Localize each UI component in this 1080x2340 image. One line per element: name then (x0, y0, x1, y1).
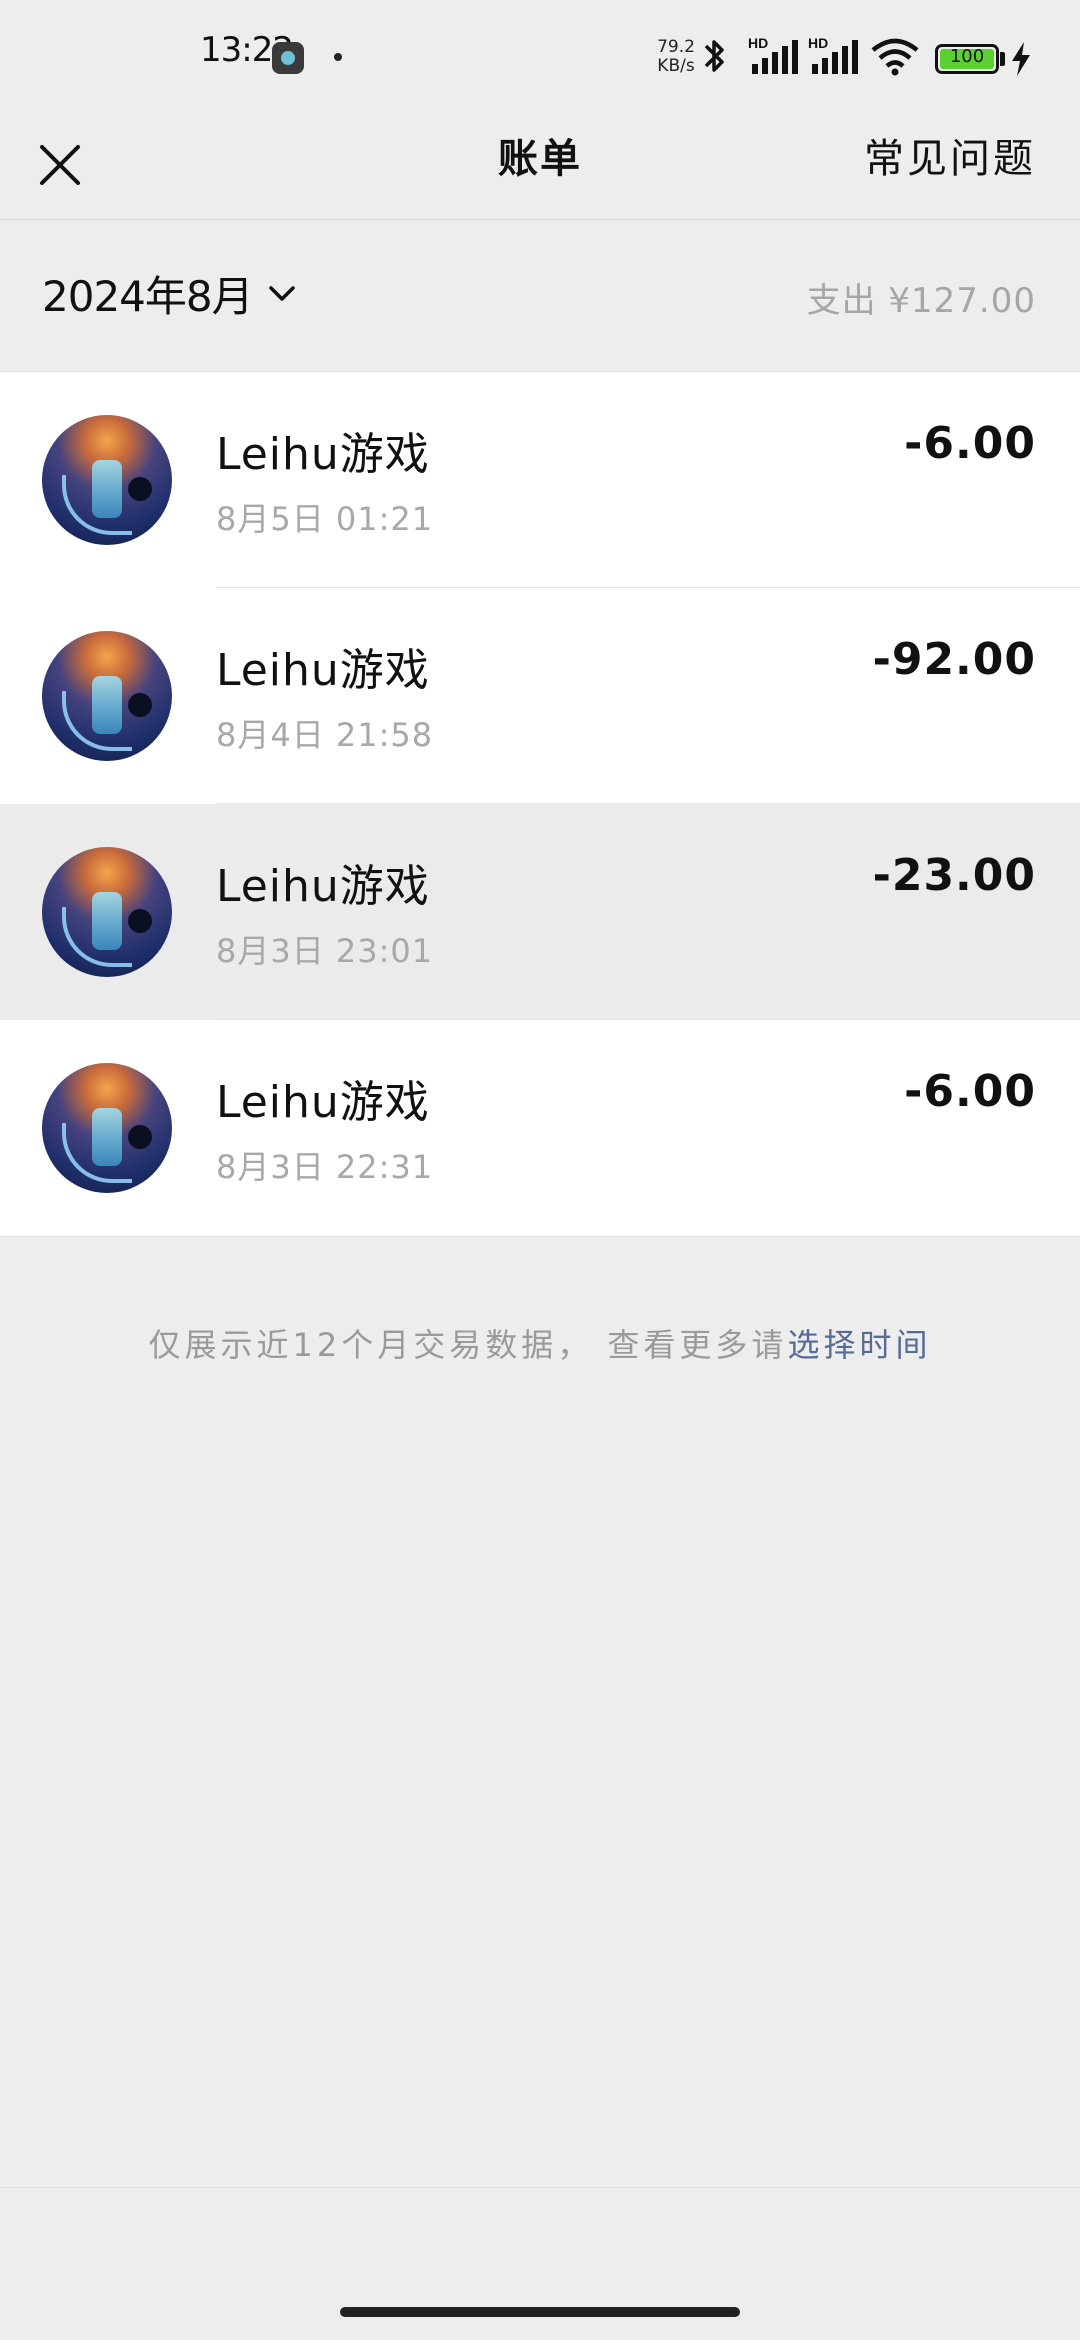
merchant-avatar (42, 631, 172, 761)
nav-bar: 账单 常见问题 (0, 110, 1080, 220)
merchant-name: Leihu游戏 (216, 645, 430, 696)
signal-hd-icon: HD (808, 35, 858, 74)
monthly-spend-total: 支出 ¥127.00 (806, 281, 1036, 321)
wifi-icon (871, 38, 919, 76)
transaction-time: 8月3日 23:01 (216, 932, 434, 970)
transaction-time: 8月4日 21:58 (216, 716, 434, 754)
app-root: 13:22 79.2 KB/s HD HD 100 账单 常见问题 2024年8… (0, 0, 1080, 2340)
select-time-link[interactable]: 选择时间 (787, 1326, 931, 1364)
app-notification-icon (272, 42, 304, 74)
network-speed-value: 79.2 (657, 37, 695, 57)
merchant-name: Leihu游戏 (216, 1077, 430, 1128)
svg-text:HD: HD (808, 35, 828, 51)
merchant-avatar (42, 847, 172, 977)
transaction-time: 8月5日 01:21 (216, 500, 434, 538)
transaction-amount: -92.00 (872, 634, 1036, 685)
charging-icon (1012, 42, 1030, 76)
transaction-row[interactable]: Leihu游戏 8月3日 22:31 -6.00 (0, 1020, 1080, 1236)
battery-cap (1000, 52, 1005, 66)
month-header: 2024年8月 支出 ¥127.00 (0, 221, 1080, 371)
transaction-row[interactable]: Leihu游戏 8月3日 23:01 -23.00 (0, 804, 1080, 1020)
merchant-name: Leihu游戏 (216, 429, 430, 480)
network-speed-unit: KB/s (657, 56, 695, 76)
merchant-avatar (42, 1063, 172, 1193)
merchant-name: Leihu游戏 (216, 861, 430, 912)
transaction-amount: -6.00 (904, 1066, 1036, 1117)
transaction-amount: -6.00 (904, 418, 1036, 469)
transaction-row[interactable]: Leihu游戏 8月5日 01:21 -6.00 (0, 372, 1080, 588)
bottom-divider (0, 2187, 1080, 2188)
transaction-time: 8月3日 22:31 (216, 1148, 434, 1186)
svg-text:HD: HD (748, 35, 768, 51)
network-speed: 79.2 KB/s (655, 38, 697, 76)
home-indicator[interactable] (340, 2307, 740, 2317)
battery-icon: 100 (935, 44, 999, 74)
history-range-note: 仅展示近12个月交易数据， 查看更多请选择时间 (0, 1320, 1080, 1366)
bluetooth-icon (704, 40, 724, 72)
transaction-list: Leihu游戏 8月5日 01:21 -6.00 Leihu游戏 8月4日 21… (0, 371, 1080, 1237)
month-selector[interactable]: 2024年8月 (42, 263, 297, 323)
battery-level: 100 (949, 46, 985, 67)
transaction-amount: -23.00 (872, 850, 1036, 901)
chevron-down-icon (268, 286, 295, 301)
month-label: 2024年8月 (42, 271, 254, 321)
faq-link[interactable]: 常见问题 (864, 126, 1036, 184)
merchant-avatar (42, 415, 172, 545)
transaction-row[interactable]: Leihu游戏 8月4日 21:58 -92.00 (0, 588, 1080, 804)
more-notifications-dot (334, 53, 342, 61)
history-range-text: 仅展示近12个月交易数据， 查看更多请 (148, 1326, 788, 1364)
status-bar: 13:22 79.2 KB/s HD HD 100 (0, 0, 1080, 110)
signal-hd-icon: HD (748, 35, 798, 74)
